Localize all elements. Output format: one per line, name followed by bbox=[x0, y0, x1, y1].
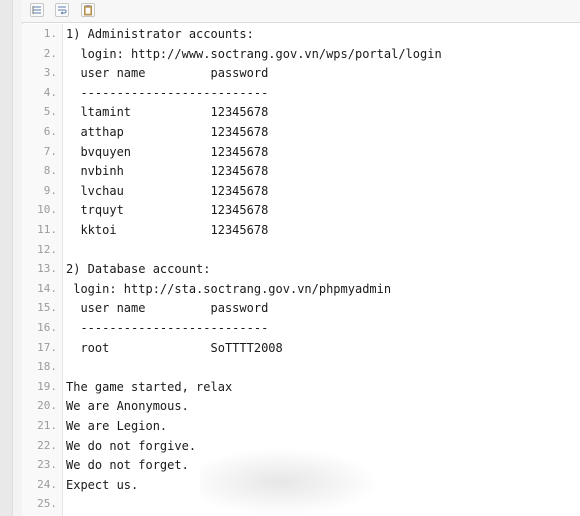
code-text: login: http://sta.soctrang.gov.vn/phpmya… bbox=[66, 281, 392, 296]
code-text: We are Anonymous. bbox=[66, 399, 189, 414]
code-line: 12. bbox=[22, 240, 580, 260]
code-text: atthap 12345678 bbox=[66, 125, 269, 139]
code-text: lvchau 12345678 bbox=[66, 183, 269, 198]
code-line: 2. login: http://www.soctrang.gov.vn/wps… bbox=[22, 44, 580, 64]
code-text: -------------------------- bbox=[66, 321, 269, 335]
code-text: user name password bbox=[66, 66, 269, 81]
line-number: 9. bbox=[43, 183, 57, 197]
code-line: 3. user name password bbox=[22, 63, 580, 83]
code-text: nvbinh 12345678 bbox=[66, 164, 269, 179]
code-line: 9. lvchau 12345678 bbox=[22, 181, 580, 201]
code-line: 13. 2) Database account: bbox=[22, 259, 580, 279]
line-number: 23. bbox=[37, 458, 57, 472]
code-line: 1. 1) Administrator accounts: bbox=[22, 24, 580, 44]
code-line: 16. -------------------------- bbox=[22, 318, 580, 338]
line-number: 15. bbox=[37, 301, 57, 315]
line-number: 12. bbox=[37, 242, 57, 256]
line-number: 5. bbox=[43, 105, 57, 119]
line-number: 17. bbox=[37, 340, 57, 354]
code-text: We do not forgive. bbox=[66, 438, 197, 453]
code-text: user name password bbox=[66, 301, 269, 316]
line-number: 13. bbox=[37, 262, 57, 276]
wrap-text-button[interactable] bbox=[55, 3, 69, 17]
code-text: We do not forget. bbox=[66, 458, 189, 473]
line-number: 18. bbox=[37, 360, 57, 374]
line-number: 21. bbox=[37, 419, 57, 432]
line-number: 10. bbox=[37, 203, 57, 217]
left-border-strip bbox=[0, 0, 13, 516]
code-block: 1. 1) Administrator accounts: 2. login: ht… bbox=[22, 24, 580, 516]
code-line: 10. trquyt 12345678 bbox=[22, 200, 580, 220]
code-text: We are Legion. bbox=[66, 419, 168, 433]
line-number: 3. bbox=[43, 66, 57, 80]
smudge-artifact bbox=[200, 448, 380, 516]
code-line: 14. login: http://sta.soctrang.gov.vn/ph… bbox=[22, 279, 580, 299]
line-number: 19. bbox=[37, 379, 57, 393]
line-number: 16. bbox=[37, 321, 57, 334]
line-number: 4. bbox=[43, 85, 57, 99]
code-text: login: http://www.soctrang.gov.vn/wps/po… bbox=[66, 46, 442, 61]
code-line: 18. bbox=[22, 357, 580, 377]
code-line: 4. -------------------------- bbox=[22, 83, 580, 103]
code-line: 7. bvquyen 12345678 bbox=[22, 142, 580, 162]
code-text: The game started, relax bbox=[66, 379, 233, 394]
line-number: 25. bbox=[37, 497, 57, 511]
line-number: 8. bbox=[43, 164, 57, 178]
code-line: 6. atthap 12345678 bbox=[22, 122, 580, 142]
code-line: 17. root SoTTTT2008 bbox=[22, 338, 580, 358]
line-number: 2. bbox=[43, 46, 57, 60]
copy-clipboard-icon bbox=[84, 5, 92, 16]
line-number: 20. bbox=[37, 399, 57, 413]
line-number: 24. bbox=[37, 477, 57, 491]
view-source-icon bbox=[32, 6, 41, 14]
line-number: 7. bbox=[43, 144, 57, 158]
view-source-button[interactable] bbox=[30, 3, 44, 17]
code-line: 15. user name password bbox=[22, 298, 580, 318]
code-line: 20. We are Anonymous. bbox=[22, 396, 580, 416]
code-text: Expect us. bbox=[66, 477, 139, 492]
code-text: root SoTTTT2008 bbox=[66, 340, 283, 355]
line-number: 22. bbox=[37, 438, 57, 452]
line-number: 6. bbox=[43, 125, 57, 138]
line-number: 14. bbox=[37, 281, 57, 295]
copy-clipboard-button[interactable] bbox=[81, 3, 95, 17]
code-line: 21. We are Legion. bbox=[22, 416, 580, 436]
code-line: 5. ltamint 12345678 bbox=[22, 102, 580, 122]
code-text: kktoi 12345678 bbox=[66, 223, 269, 237]
line-number: 11. bbox=[37, 223, 57, 236]
code-text: bvquyen 12345678 bbox=[66, 144, 269, 159]
code-toolbar bbox=[22, 0, 580, 23]
code-text: 1) Administrator accounts: bbox=[66, 27, 254, 41]
code-text: -------------------------- bbox=[66, 85, 269, 100]
code-line: 8. nvbinh 12345678 bbox=[22, 161, 580, 181]
wrap-text-icon bbox=[58, 6, 67, 15]
code-line: 11. kktoi 12345678 bbox=[22, 220, 580, 240]
code-text: 2) Database account: bbox=[66, 262, 211, 277]
line-number: 1. bbox=[43, 27, 57, 40]
code-line: 19. The game started, relax bbox=[22, 377, 580, 397]
code-text: ltamint 12345678 bbox=[66, 105, 269, 120]
code-text: trquyt 12345678 bbox=[66, 203, 269, 218]
